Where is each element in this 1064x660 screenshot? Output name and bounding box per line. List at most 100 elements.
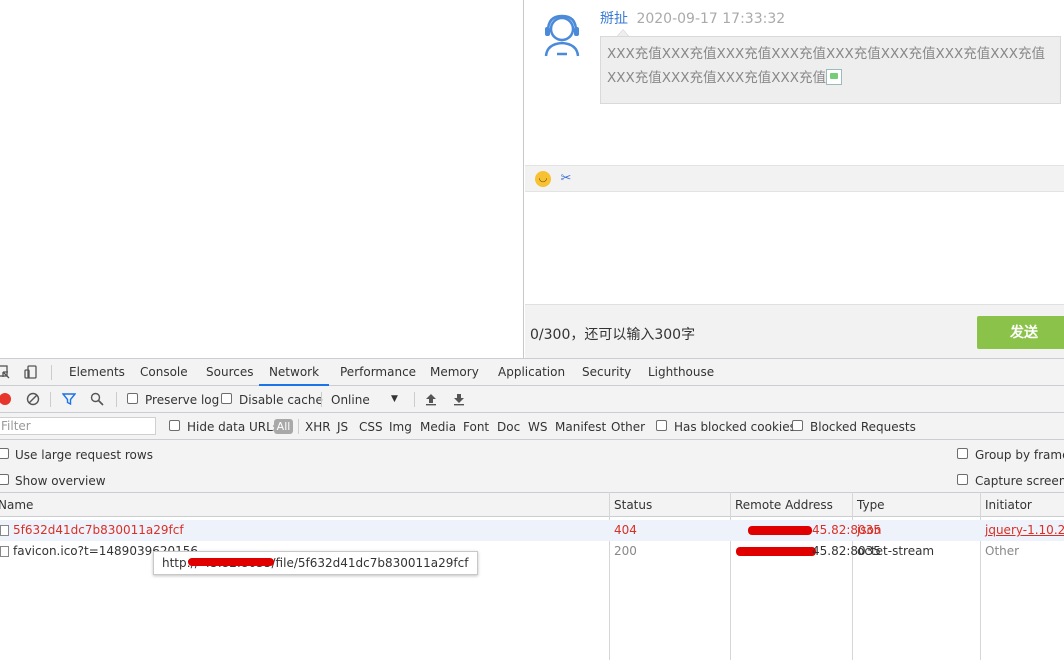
compose-toolbar: ◡ ✂ [525,165,1064,192]
request-status: 404 [614,523,637,537]
dropdown-arrow-icon[interactable]: ▼ [391,392,398,406]
headset-avatar-icon [544,14,580,57]
tab-application[interactable]: Application [498,359,565,386]
left-pane [0,0,524,358]
hide-data-urls-checkbox[interactable] [169,420,180,431]
column-divider [609,492,610,660]
column-initiator[interactable]: Initiator [985,493,1032,517]
filter-icon[interactable] [62,392,76,406]
devtools-panel: Elements Console Sources Network Perform… [0,358,1064,660]
bubble-arrow [617,29,629,36]
request-table-header: Name Status Remote Address Type Initiato… [0,492,1064,517]
disable-cache-label: Disable cache [239,393,323,407]
scissors-icon[interactable]: ✂ [558,171,574,187]
tab-lighthouse[interactable]: Lighthouse [648,359,714,386]
filter-media[interactable]: Media [420,420,456,434]
has-blocked-cookies-checkbox[interactable] [656,420,667,431]
tab-security[interactable]: Security [582,359,631,386]
record-icon[interactable] [0,392,12,406]
clear-icon[interactable] [26,392,40,406]
filter-all[interactable]: All [274,419,293,434]
search-icon[interactable] [90,392,104,406]
tab-memory[interactable]: Memory [430,359,479,386]
screen: 掰扯 2020-09-17 17:33:32 XXX充值XXX充值XXX充值XX… [0,0,1064,660]
tab-console[interactable]: Console [140,359,188,386]
devtools-tabbar: Elements Console Sources Network Perform… [0,359,1064,386]
filter-other[interactable]: Other [611,420,645,434]
message-input[interactable] [525,192,1064,304]
toolbar-separator [321,392,322,407]
preserve-log-checkbox[interactable] [127,393,138,404]
request-status: 200 [614,544,637,558]
send-button[interactable]: 发送 [977,316,1064,349]
filter-font[interactable]: Font [463,420,489,434]
toolbar-separator [50,392,51,407]
group-by-frame-label: Group by frame [975,448,1064,462]
throttling-select[interactable]: Online [331,393,370,407]
document-icon [0,525,9,536]
large-rows-label: Use large request rows [15,448,153,462]
hide-data-urls-label: Hide data URLs [187,420,280,434]
has-blocked-cookies-label: Has blocked cookies [674,420,796,434]
column-name[interactable]: Name [0,493,33,517]
import-har-icon[interactable] [424,392,438,406]
show-overview-checkbox[interactable] [0,474,9,485]
large-rows-checkbox[interactable] [0,448,9,459]
table-row[interactable]: 5f632d41dc7b830011a29fcf 404 45.82:8035 … [0,520,1064,541]
preserve-log-label: Preserve log [145,393,220,407]
tab-performance[interactable]: Performance [340,359,416,386]
request-initiator: Other [985,544,1020,558]
filter-img[interactable]: Img [389,420,412,434]
message-list[interactable]: 掰扯 2020-09-17 17:33:32 XXX充值XXX充值XXX充值XX… [525,0,1064,165]
column-divider [730,492,731,660]
blocked-requests-label: Blocked Requests [810,420,916,434]
message-time: 2020-09-17 17:33:32 [636,11,786,27]
compose-footer: 0/300，还可以输入300字 发送 [525,304,1064,358]
filter-css[interactable]: CSS [359,420,383,434]
request-type: json [857,523,882,537]
column-divider [980,492,981,660]
broken-image-icon[interactable] [825,69,842,85]
document-icon [0,546,9,557]
filter-xhr[interactable]: XHR [305,420,331,434]
request-initiator-link[interactable]: jquery-1.10.2.m [985,520,1064,541]
column-divider [852,492,853,660]
filter-separator [298,419,299,434]
column-type[interactable]: Type [857,493,885,517]
request-name[interactable]: 5f632d41dc7b830011a29fcf [13,520,184,541]
export-har-icon[interactable] [452,392,466,406]
group-by-frame-checkbox[interactable] [957,448,968,459]
tab-sources[interactable]: Sources [206,359,253,386]
filter-bar: Filter Hide data URLs All XHR JS CSS Img… [0,413,1064,440]
column-status[interactable]: Status [614,493,652,517]
capture-screenshots-label: Capture screenshots [975,474,1064,488]
tab-elements[interactable]: Elements [69,359,125,386]
message-sender[interactable]: 掰扯 [600,11,628,27]
disable-cache-checkbox[interactable] [221,393,232,404]
device-toolbar-icon[interactable] [24,365,38,379]
column-remote-address[interactable]: Remote Address [735,493,833,517]
message-header: 掰扯 2020-09-17 17:33:32 [600,8,785,28]
redaction-mark [188,558,274,566]
filter-manifest[interactable]: Manifest [555,420,606,434]
redaction-mark [748,526,812,535]
filter-ws[interactable]: WS [528,420,547,434]
redaction-mark [736,547,816,556]
char-counter: 0/300，还可以输入300字 [530,327,696,343]
toolbar-separator [116,392,117,407]
app-window: 掰扯 2020-09-17 17:33:32 XXX充值XXX充值XXX充值XX… [0,0,1064,358]
request-type: octet-stream [857,544,935,558]
blocked-requests-checkbox[interactable] [792,420,803,431]
capture-screenshots-checkbox[interactable] [957,474,968,485]
network-settings: Use large request rows Show overview Gro… [0,440,1064,492]
chat-panel: 掰扯 2020-09-17 17:33:32 XXX充值XXX充值XXX充值XX… [525,0,1064,358]
toolbar-separator [414,392,415,407]
tab-network[interactable]: Network [259,359,329,386]
filter-doc[interactable]: Doc [497,420,520,434]
inspect-element-icon[interactable] [0,365,10,379]
tab-separator [51,365,52,380]
filter-js[interactable]: JS [337,420,348,434]
message-bubble: XXX充值XXX充值XXX充值XXX充值XXX充值XXX充值XXX充值XXX充值… [600,36,1061,104]
filter-input[interactable]: Filter [0,417,156,435]
emoji-icon[interactable]: ◡ [535,171,551,187]
